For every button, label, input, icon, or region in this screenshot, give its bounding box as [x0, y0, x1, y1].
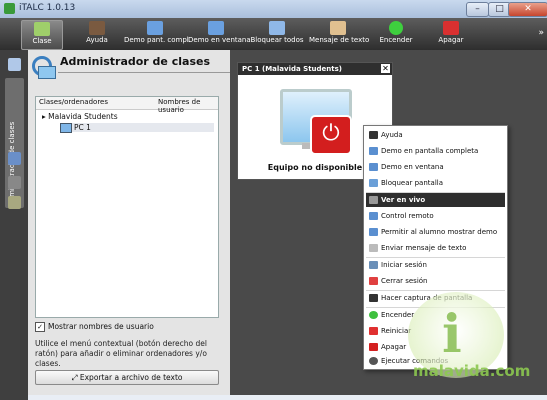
toolbar-button-power-off[interactable]: Apagar	[429, 20, 473, 48]
tools-icon[interactable]	[8, 196, 21, 209]
minimize-button[interactable]: –	[466, 2, 489, 17]
toolbar-button-text-message[interactable]: Mensaje de texto	[309, 20, 369, 48]
toolbar: Clase Ayuda Demo pant. compl. Demo en ve…	[0, 18, 547, 50]
computer-icon	[60, 123, 72, 133]
message-icon	[369, 244, 378, 252]
preview-close-button[interactable]: ✕	[381, 64, 390, 73]
checkbox-label: Mostrar nombres de usuario	[48, 322, 154, 331]
info-icon: i	[442, 304, 462, 365]
window-demo-icon	[369, 163, 378, 171]
monitor-icon	[38, 66, 56, 79]
lock-icon	[269, 21, 285, 35]
menu-item-send-message[interactable]: Enviar mensaje de texto	[366, 241, 505, 255]
student-demo-icon	[369, 228, 378, 236]
show-usernames-checkbox[interactable]: ✓ Mostrar nombres de usuario	[35, 322, 154, 332]
network-icon[interactable]	[8, 58, 21, 71]
toolbar-button-ayuda[interactable]: Ayuda	[76, 20, 118, 48]
help-icon	[89, 21, 105, 35]
toolbar-button-power-on[interactable]: Encender	[375, 20, 417, 48]
column-header-usernames[interactable]: Nombres de usuario	[158, 98, 218, 114]
settings-icon[interactable]	[8, 176, 21, 189]
toolbar-overflow-button[interactable]: »	[538, 28, 544, 38]
title-bar: iTALC 1.0.13 – □ ✕	[0, 0, 547, 19]
power-on-icon	[389, 21, 403, 35]
logout-icon	[369, 277, 378, 285]
window-title: iTALC 1.0.13	[19, 3, 76, 13]
app-icon	[4, 3, 15, 14]
power-off-icon	[443, 21, 459, 35]
tree-computer-label: PC 1	[74, 123, 91, 132]
window-demo-icon	[208, 21, 224, 35]
lock-icon	[369, 179, 378, 187]
snapshot-icon[interactable]	[8, 152, 21, 165]
toolbar-button-lock-all[interactable]: Bloquear todos	[250, 20, 304, 48]
camera-icon	[369, 294, 378, 302]
export-label: Exportar a archivo de texto	[79, 373, 183, 382]
toolbar-button-clase[interactable]: Clase	[21, 20, 63, 50]
menu-item-help[interactable]: Ayuda	[366, 128, 505, 142]
menu-item-logout[interactable]: Cerrar sesión	[366, 274, 505, 288]
power-on-icon	[369, 311, 378, 319]
toolbar-button-demo-fullscreen[interactable]: Demo pant. compl.	[124, 20, 191, 48]
power-off-icon: ⏻	[310, 115, 352, 155]
message-icon	[330, 21, 346, 35]
class-tree[interactable]: Clases/ordenadores Nombres de usuario ▸ …	[35, 96, 219, 318]
menu-item-demo-window[interactable]: Demo en ventana	[366, 160, 505, 174]
run-command-icon	[369, 357, 378, 365]
tree-group-label: Malavida Students	[48, 112, 118, 121]
classroom-icon	[34, 22, 50, 36]
menu-item-login[interactable]: Iniciar sesión	[366, 258, 505, 272]
export-button[interactable]: ⤢ Exportar a archivo de texto	[35, 370, 219, 385]
menu-item-lock-screen[interactable]: Bloquear pantalla	[366, 176, 505, 190]
export-icon: ⤢	[71, 373, 80, 382]
fullscreen-demo-icon	[147, 21, 163, 35]
title-divider	[58, 72, 230, 73]
remote-control-icon	[369, 212, 378, 220]
watermark-text: malavida.com	[413, 362, 531, 380]
checkbox-box[interactable]: ✓	[35, 322, 45, 332]
menu-item-demo-fullscreen[interactable]: Demo en pantalla completa	[366, 144, 505, 158]
preview-title: PC 1 (Malavida Students)	[238, 63, 392, 75]
login-icon	[369, 261, 378, 269]
help-icon	[369, 131, 378, 139]
side-tab-strip: Administrador de clases	[0, 50, 28, 400]
menu-item-student-demo[interactable]: Permitir al alumno mostrar demo	[366, 225, 505, 239]
power-off-icon	[369, 343, 378, 351]
column-header-classes[interactable]: Clases/ordenadores	[39, 98, 108, 106]
help-text: Utilice el menú contextual (botón derech…	[35, 339, 207, 368]
toolbar-button-demo-window[interactable]: Demo en ventana	[188, 20, 251, 48]
menu-item-remote-control[interactable]: Control remoto	[366, 209, 505, 223]
tree-header: Clases/ordenadores Nombres de usuario	[36, 97, 218, 114]
close-button[interactable]: ✕	[508, 2, 547, 17]
panel-title: Administrador de clases	[60, 55, 210, 68]
restart-icon	[369, 327, 378, 335]
view-live-icon	[369, 196, 378, 204]
menu-item-view-live[interactable]: Ver en vivo	[366, 193, 505, 207]
tree-group-item[interactable]: ▸ Malavida Students	[42, 112, 118, 121]
tree-computer-item[interactable]: PC 1	[60, 123, 214, 133]
fullscreen-demo-icon	[369, 147, 378, 155]
